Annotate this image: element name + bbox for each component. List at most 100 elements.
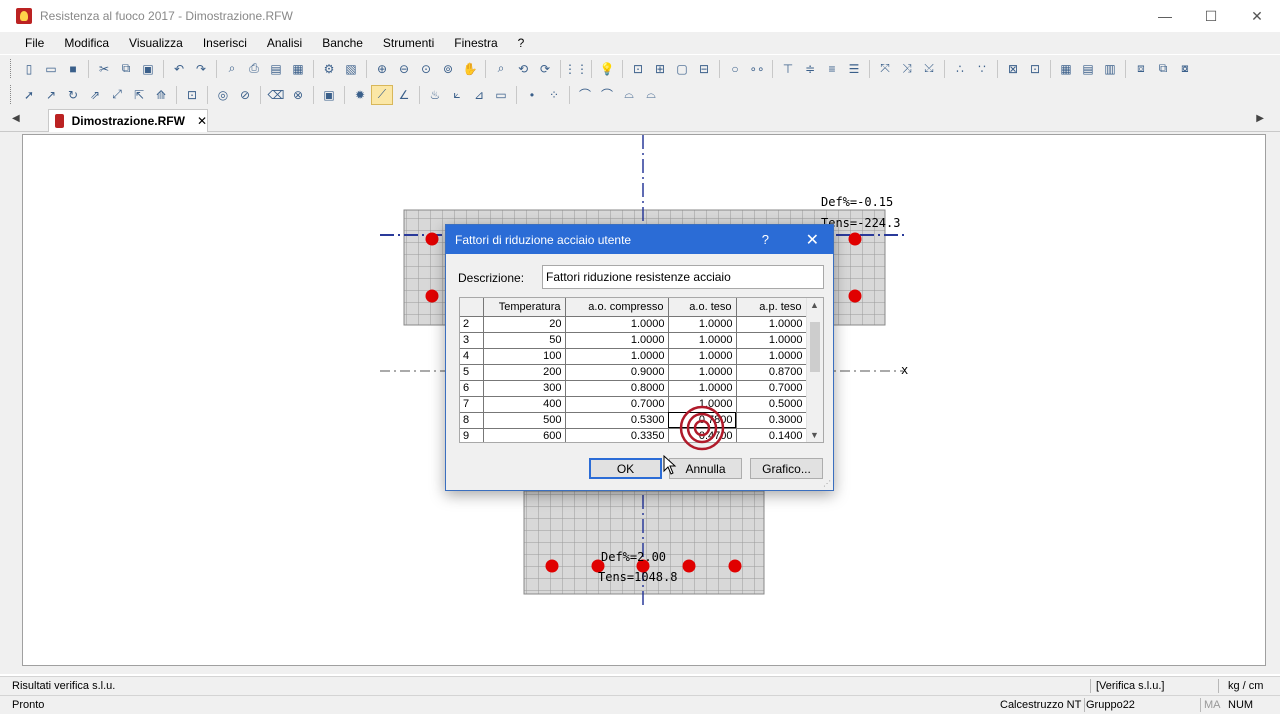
close-button[interactable]: ✕ — [1234, 0, 1280, 32]
dialog-title-bar[interactable]: Fattori di riduzione acciaio utente ? ✕ — [446, 225, 833, 254]
points-icon[interactable]: ⁘ — [543, 85, 565, 105]
cell-ao-compresso[interactable]: 0.3350 — [565, 428, 669, 442]
zoom-out-icon[interactable]: ⊖ — [393, 59, 415, 79]
scale-icon[interactable]: ⤢ — [106, 85, 128, 105]
cell-ao-compresso[interactable]: 1.0000 — [565, 332, 669, 349]
refresh-icon[interactable]: ⟳ — [534, 59, 556, 79]
cell-ap-teso[interactable]: 1.0000 — [736, 316, 807, 333]
calc-icon[interactable]: ⚙ — [318, 59, 340, 79]
resize-grip-icon[interactable]: ⋰ — [823, 479, 831, 488]
toolbar-grip[interactable] — [10, 59, 14, 78]
maximize-button[interactable]: ☐ — [1188, 0, 1234, 32]
curve-b-icon[interactable]: ∠ — [393, 85, 415, 105]
cell-ap-teso[interactable]: 1.0000 — [736, 332, 807, 349]
zoom-prev-icon[interactable]: ⌕ — [490, 59, 512, 79]
cell-ao-compresso[interactable]: 1.0000 — [565, 348, 669, 365]
cell-temperatura[interactable]: 400 — [483, 396, 566, 413]
col-ao-teso[interactable]: a.o. teso — [668, 298, 737, 317]
tab-close-icon[interactable]: ✕ — [197, 114, 207, 128]
tool-a-icon[interactable]: ⤧ — [874, 59, 896, 79]
cell-ap-teso[interactable]: 0.7000 — [736, 380, 807, 397]
scroll-up-icon[interactable]: ▲ — [810, 300, 819, 310]
cell-temperatura[interactable]: 200 — [483, 364, 566, 381]
redo-icon[interactable]: ↷ — [190, 59, 212, 79]
row-index[interactable]: 6 — [460, 380, 484, 397]
cell-ao-compresso[interactable]: 0.8000 — [565, 380, 669, 397]
cell-ap-teso[interactable]: 0.1400 — [736, 428, 807, 442]
stretch-icon[interactable]: ⇗ — [84, 85, 106, 105]
col-temperatura[interactable]: Temperatura — [483, 298, 566, 317]
fire-icon[interactable]: ✹ — [349, 85, 371, 105]
section-frame-icon[interactable]: ⊞ — [649, 59, 671, 79]
save-icon[interactable]: ■ — [62, 59, 84, 79]
zoom-all-icon[interactable]: ⊚ — [437, 59, 459, 79]
section-outline-icon[interactable]: ⊟ — [693, 59, 715, 79]
tab-scroll-left-icon[interactable]: ◀ — [12, 113, 20, 124]
cell-ao-compresso[interactable]: 0.5300 — [565, 412, 669, 429]
scroll-down-icon[interactable]: ▼ — [810, 430, 819, 440]
scroll-thumb[interactable] — [810, 322, 820, 372]
rotate-view-icon[interactable]: ⟲ — [512, 59, 534, 79]
copy-icon[interactable]: ⧉ — [115, 59, 137, 79]
tool-b-icon[interactable]: ⤨ — [896, 59, 918, 79]
grid-icon[interactable]: ⋮⋮ — [564, 59, 588, 79]
tool-d-icon[interactable]: ∴ — [949, 59, 971, 79]
diagram-a-icon[interactable]: ⟀ — [446, 85, 468, 105]
layer-b-icon[interactable]: ⧉ — [1152, 59, 1174, 79]
open-folder-icon[interactable]: ▭ — [40, 59, 62, 79]
array-icon[interactable]: ⟰ — [150, 85, 172, 105]
menu-help[interactable]: ? — [507, 36, 534, 50]
cell-ao-teso[interactable]: 1.0000 — [668, 364, 737, 381]
paste-icon[interactable]: ▣ — [137, 59, 159, 79]
arc-a-icon[interactable]: ⌒ — [574, 85, 596, 105]
align-top-icon[interactable]: ⊤ — [777, 59, 799, 79]
cell-temperatura[interactable]: 500 — [483, 412, 566, 429]
cell-ap-teso[interactable]: 0.3000 — [736, 412, 807, 429]
move-icon[interactable]: ↗ — [40, 85, 62, 105]
diagram-c-icon[interactable]: ▭ — [490, 85, 512, 105]
cell-ap-teso[interactable]: 0.5000 — [736, 396, 807, 413]
cell-ao-compresso[interactable]: 0.9000 — [565, 364, 669, 381]
cell-ao-teso[interactable]: 1.0000 — [668, 316, 737, 333]
export-icon[interactable]: ▦ — [287, 59, 309, 79]
grid-scrollbar[interactable]: ▲ ▼ — [806, 298, 823, 442]
row-index[interactable]: 8 — [460, 412, 484, 429]
tool-f-icon[interactable]: ⊠ — [1002, 59, 1024, 79]
erase-icon[interactable]: ⌫ — [265, 85, 287, 105]
dialog-help-button[interactable]: ? — [762, 232, 769, 247]
print-icon[interactable]: ⎙ — [243, 59, 265, 79]
undo-icon[interactable]: ↶ — [168, 59, 190, 79]
arc-c-icon[interactable]: ⌓ — [618, 85, 640, 105]
frame-icon[interactable]: ⊡ — [181, 85, 203, 105]
find-icon[interactable]: ⌕ — [221, 59, 243, 79]
distribute-icon[interactable]: ☰ — [843, 59, 865, 79]
new-file-icon[interactable]: ▯ — [18, 59, 40, 79]
zoom-in-icon[interactable]: ⊕ — [371, 59, 393, 79]
cell-ap-teso[interactable]: 0.8700 — [736, 364, 807, 381]
menu-finestra[interactable]: Finestra — [443, 36, 506, 50]
row-index[interactable]: 9 — [460, 428, 484, 442]
fire-panel-icon[interactable]: ▣ — [318, 85, 340, 105]
report-icon[interactable]: ▧ — [340, 59, 362, 79]
flame-icon[interactable]: ♨ — [424, 85, 446, 105]
align-mid-icon[interactable]: ≑ — [799, 59, 821, 79]
section-box-icon[interactable]: ▢ — [671, 59, 693, 79]
menu-visualizza[interactable]: Visualizza — [118, 36, 192, 50]
row-index[interactable]: 2 — [460, 316, 484, 333]
table-c-icon[interactable]: ▥ — [1099, 59, 1121, 79]
rotate-icon[interactable]: ↻ — [62, 85, 84, 105]
arc-d-icon[interactable]: ⌓ — [640, 85, 662, 105]
toolbar-grip[interactable] — [10, 85, 14, 104]
align-bottom-icon[interactable]: ≡ — [821, 59, 843, 79]
snap-icon[interactable]: ⊘ — [234, 85, 256, 105]
mirror-icon[interactable]: ⇱ — [128, 85, 150, 105]
cell-temperatura[interactable]: 20 — [483, 316, 566, 333]
cell-ao-teso[interactable]: 1.0000 — [668, 348, 737, 365]
menu-strumenti[interactable]: Strumenti — [372, 36, 443, 50]
circle-icon[interactable]: ○ — [724, 59, 746, 79]
cell-temperatura[interactable]: 600 — [483, 428, 566, 442]
target-icon[interactable]: ◎ — [212, 85, 234, 105]
table-b-icon[interactable]: ▤ — [1077, 59, 1099, 79]
cell-ao-compresso[interactable]: 1.0000 — [565, 316, 669, 333]
cell-temperatura[interactable]: 50 — [483, 332, 566, 349]
